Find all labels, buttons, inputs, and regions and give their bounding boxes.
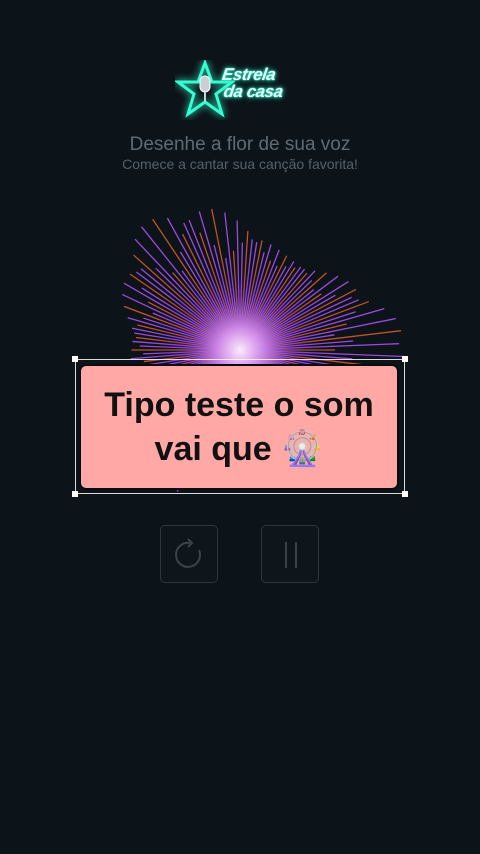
caption-text[interactable]: Tipo teste o som vai que 🎡 [104,383,374,471]
restart-icon [175,538,202,568]
page-subtitle: Comece a cantar sua canção favorita! [122,156,358,172]
pause-icon [285,542,297,568]
resize-handle-bottom-left[interactable] [72,491,78,497]
logo-text: Estrela da casa [219,65,314,101]
pause-button[interactable] [261,525,319,583]
app-logo: Estrela da casa [175,60,305,126]
page-title: Desenhe a flor de sua voz [129,134,351,155]
caption-line-2: vai que 🎡 [154,430,324,468]
restart-button[interactable] [160,525,218,583]
resize-handle-bottom-right[interactable] [402,491,408,497]
logo-line-1: Estrela [220,65,277,84]
caption-line-1: Tipo teste o som [104,386,374,424]
resize-handle-top-right[interactable] [402,356,408,362]
caption-sticker[interactable]: Tipo teste o som vai que 🎡 [79,364,399,490]
logo-line-2: da casa [222,82,285,101]
resize-handle-top-left[interactable] [72,356,78,362]
